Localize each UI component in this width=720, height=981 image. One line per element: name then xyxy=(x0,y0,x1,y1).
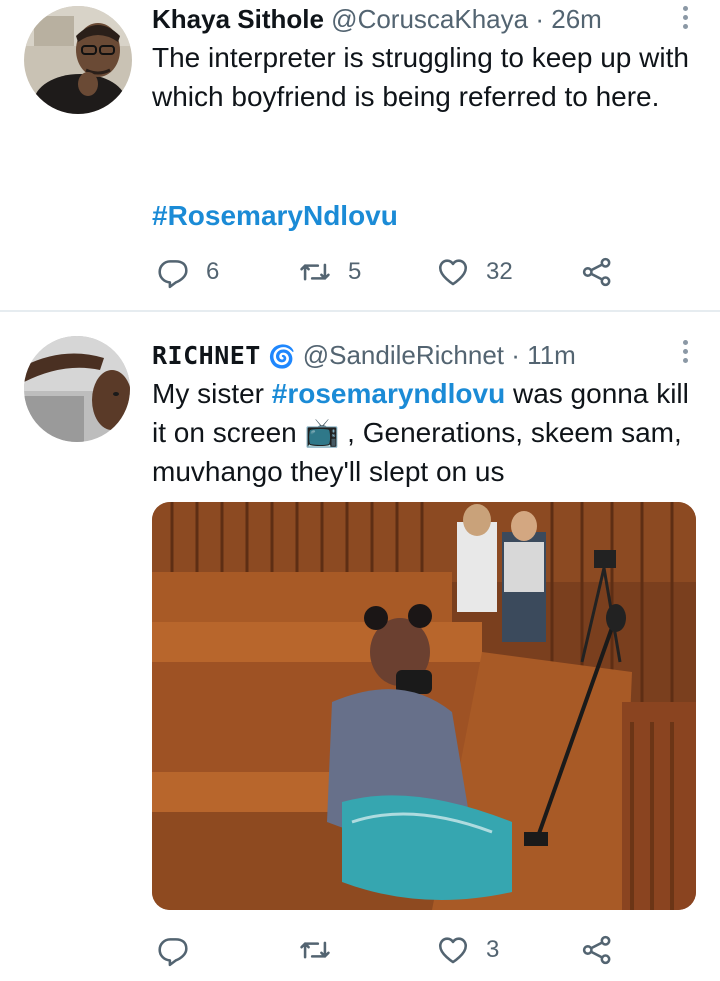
reply-button[interactable]: 6 xyxy=(156,252,219,292)
share-button[interactable] xyxy=(580,930,614,970)
courtroom-photo xyxy=(152,502,696,910)
retweet-icon xyxy=(300,263,330,281)
retweet-button[interactable]: 5 xyxy=(298,252,361,292)
more-options-icon[interactable] xyxy=(680,340,690,370)
reply-icon xyxy=(158,938,188,967)
reply-icon xyxy=(158,260,188,289)
like-count: 3 xyxy=(486,936,500,963)
tweet-time[interactable]: 26m xyxy=(551,4,602,34)
share-icon xyxy=(582,257,611,287)
tweet-actions: 6 5 32 xyxy=(152,252,696,292)
reply-button[interactable] xyxy=(156,930,206,970)
like-count: 32 xyxy=(486,258,513,285)
retweet-count: 5 xyxy=(348,258,362,285)
tweet-richnet[interactable]: RICHNET 🌀 @SandileRichnet · 11m My siste… xyxy=(0,312,720,981)
tweet-text: The interpreter is struggling to keep up… xyxy=(152,42,689,112)
tweet-header: RICHNET 🌀 @SandileRichnet · 11m xyxy=(152,338,660,372)
heart-icon xyxy=(438,937,468,964)
tweet-text-start: My sister xyxy=(152,378,272,409)
share-button[interactable] xyxy=(580,252,614,292)
reply-count: 6 xyxy=(206,258,220,285)
tweet-header: Khaya Sithole @CoruscaKhaya · 26m xyxy=(152,2,660,36)
tweet-time[interactable]: 11m xyxy=(527,340,576,370)
user-handle[interactable]: @SandileRichnet xyxy=(303,340,504,370)
heart-icon xyxy=(438,259,468,286)
display-name[interactable]: Khaya Sithole xyxy=(152,4,324,34)
hashtag-link[interactable]: #RosemaryNdlovu xyxy=(152,200,398,231)
avatar[interactable] xyxy=(24,336,130,442)
like-button[interactable]: 32 xyxy=(436,252,513,292)
more-options-icon[interactable] xyxy=(680,6,690,36)
display-name[interactable]: RICHNET xyxy=(152,341,261,370)
separator-dot: · xyxy=(511,340,520,370)
avatar-image xyxy=(24,336,130,442)
separator-dot: · xyxy=(535,4,545,34)
hashtag-link[interactable]: #rosemaryndlovu xyxy=(272,378,505,409)
retweet-button[interactable] xyxy=(298,930,348,970)
retweet-icon xyxy=(300,941,330,959)
tweet-actions: 3 xyxy=(152,930,696,970)
tweet-khaya-sithole[interactable]: Khaya Sithole @CoruscaKhaya · 26m The in… xyxy=(0,0,720,310)
tweet-photo[interactable] xyxy=(152,502,696,910)
avatar[interactable] xyxy=(24,6,132,114)
cyclone-emoji: 🌀 xyxy=(268,344,296,369)
user-handle[interactable]: @CoruscaKhaya xyxy=(331,4,528,34)
avatar-image xyxy=(24,6,132,114)
tweet-text: My sister #rosemaryndlovu was gonna kill… xyxy=(152,374,696,491)
share-icon xyxy=(582,935,611,965)
like-button[interactable]: 3 xyxy=(436,930,499,970)
